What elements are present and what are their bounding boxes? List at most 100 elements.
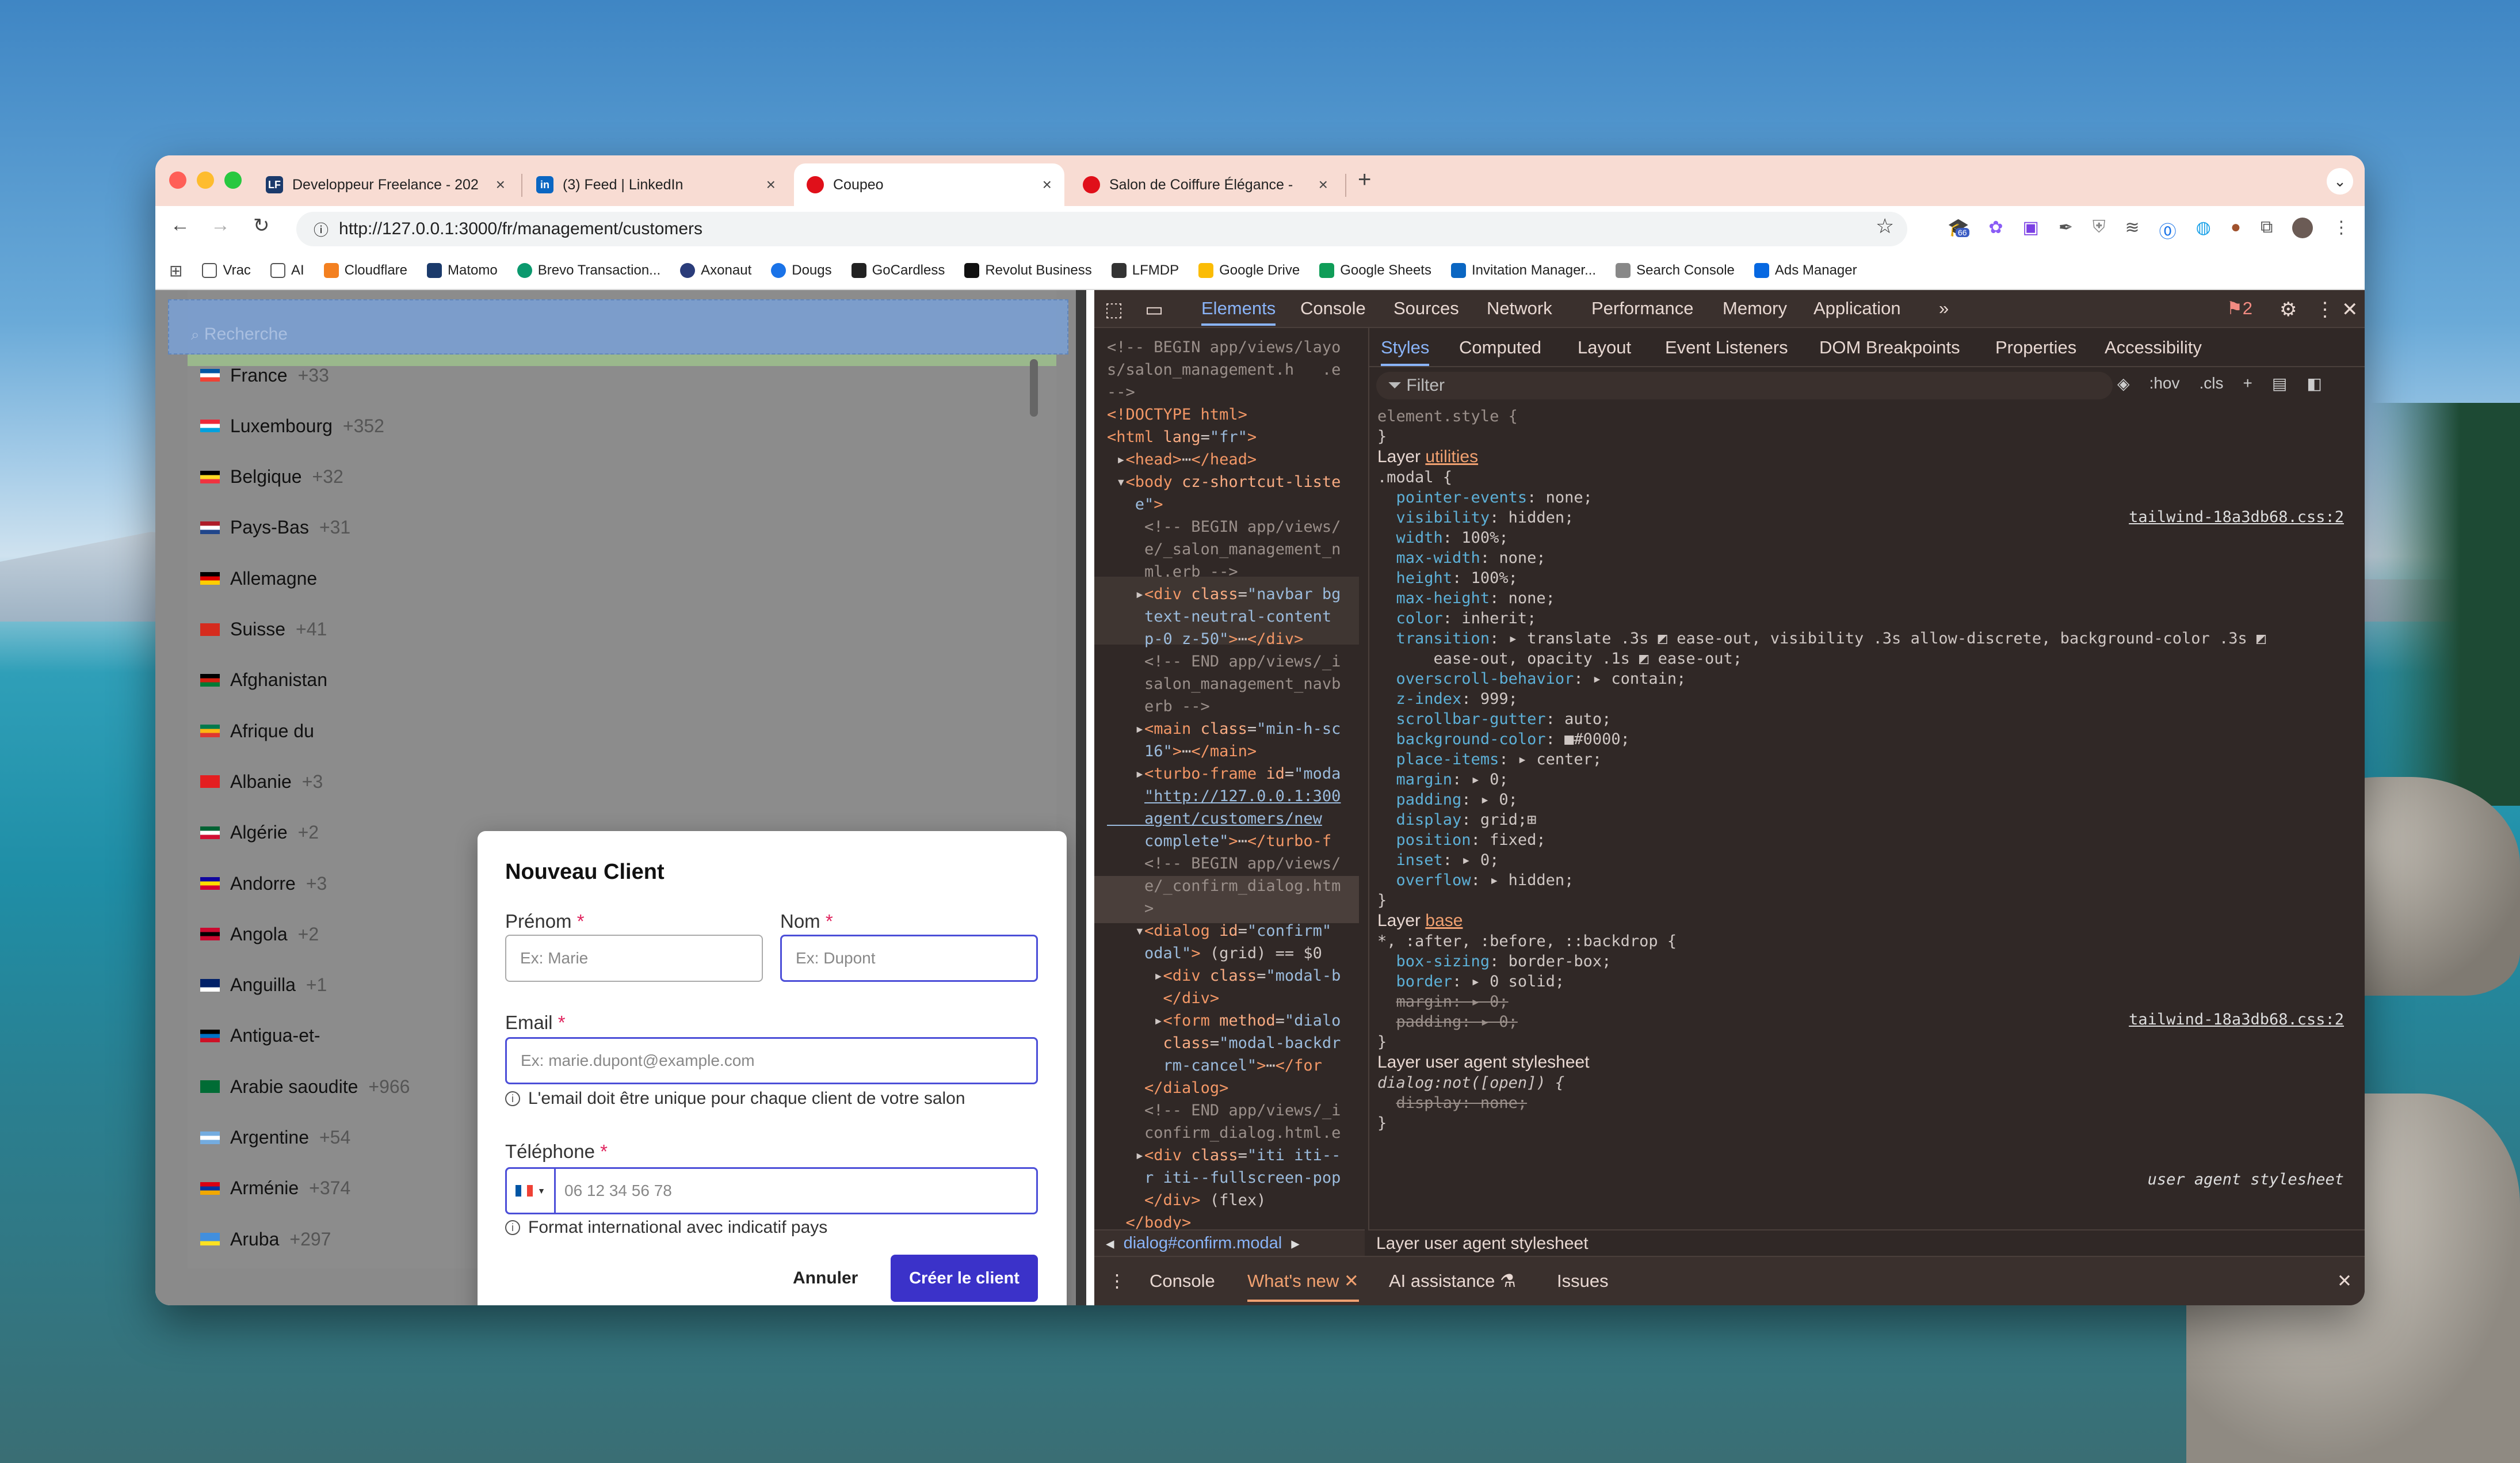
tab-dom-breakpoints[interactable]: DOM Breakpoints xyxy=(1819,337,1960,358)
browser-tab[interactable]: in (3) Feed | LinkedIn × xyxy=(524,163,788,206)
drawer-tab-whats-new[interactable]: What's new ✕ xyxy=(1247,1271,1359,1302)
close-tab-icon[interactable]: × xyxy=(496,176,505,194)
firstname-input[interactable]: Ex: Marie xyxy=(505,935,763,982)
tab-properties[interactable]: Properties xyxy=(1995,337,2076,358)
country-option[interactable]: Angola +2 xyxy=(200,917,319,951)
new-rule-plus-icon[interactable]: + xyxy=(2243,374,2252,393)
bookmark-item[interactable]: Vrac xyxy=(202,262,251,279)
country-search-input[interactable]: ⌕ Recherche xyxy=(191,325,288,344)
shield-extension-icon[interactable]: ⛨ xyxy=(2093,218,2106,241)
country-option[interactable]: Luxembourg +352 xyxy=(200,409,384,443)
flower-extension-icon[interactable]: ✿ xyxy=(1988,218,2003,241)
cls-toggle[interactable]: .cls xyxy=(2199,374,2223,393)
browser-tab[interactable]: Salon de Coiffure Élégance - × xyxy=(1070,163,1341,206)
phone-input[interactable]: 06 12 34 56 78 xyxy=(505,1167,1038,1214)
country-option[interactable]: Afrique du xyxy=(200,714,324,748)
bookmark-star-icon[interactable]: ☆ xyxy=(1876,214,1894,238)
toggle-sidebar-icon[interactable]: ◧ xyxy=(2307,374,2322,393)
apps-grid-icon[interactable]: ⊞ xyxy=(169,261,182,280)
tab-event-listeners[interactable]: Event Listeners xyxy=(1665,337,1788,358)
email-input[interactable]: Ex: marie.dupont@example.com xyxy=(505,1037,1038,1084)
browser-tab-active[interactable]: Coupeo × xyxy=(794,163,1064,206)
country-option[interactable]: Antigua-et- xyxy=(200,1019,331,1053)
puzzle-icon[interactable]: ⧉ xyxy=(2261,218,2273,241)
bookmark-item[interactable]: Cloudflare xyxy=(323,262,407,279)
forward-arrow-icon[interactable]: → xyxy=(211,214,230,237)
country-option[interactable]: Anguilla +1 xyxy=(200,968,327,1003)
wave-extension-icon[interactable]: ≋ xyxy=(2125,218,2140,241)
devtools-splitter[interactable] xyxy=(1076,290,1086,1305)
country-option[interactable]: Argentine +54 xyxy=(200,1121,350,1155)
tab-performance[interactable]: Performance xyxy=(1591,298,1693,319)
country-option[interactable]: France +33 xyxy=(200,358,329,393)
bookmark-item[interactable]: Axonaut xyxy=(680,262,751,279)
styles-filter-input[interactable]: ⏷ Filter xyxy=(1376,372,2113,399)
country-option[interactable]: Albanie +3 xyxy=(200,764,323,799)
bookmark-item[interactable]: Search Console xyxy=(1616,262,1735,279)
close-devtools-icon[interactable]: ✕ xyxy=(2342,298,2358,321)
bookmark-item[interactable]: Ads Manager xyxy=(1754,262,1857,279)
bookmark-item[interactable]: LFMDP xyxy=(1111,262,1179,279)
bookmark-item[interactable]: GoCardless xyxy=(851,262,945,279)
country-option[interactable]: Arménie +374 xyxy=(200,1171,350,1206)
stylesheet-link[interactable]: tailwind-18a3db68.css:2 xyxy=(2129,507,2344,527)
stylesheet-link[interactable]: tailwind-18a3db68.css:2 xyxy=(2129,1009,2344,1030)
eyedropper-icon[interactable]: ✒ xyxy=(2059,218,2073,241)
error-counter[interactable]: ⚑2 xyxy=(2227,298,2252,319)
drawer-tab-issues[interactable]: Issues xyxy=(1557,1271,1609,1291)
country-option[interactable]: Arabie saoudite +966 xyxy=(200,1069,410,1104)
onepassword-icon[interactable]: ⓪ xyxy=(2159,218,2177,242)
layer-utilities-link[interactable]: utilities xyxy=(1425,447,1478,466)
bookmark-item[interactable]: Brevo Transaction... xyxy=(517,262,660,279)
country-code-selector[interactable]: ▼ xyxy=(505,1167,556,1214)
browser-tab[interactable]: LF Developpeur Freelance - 202 × xyxy=(253,163,518,206)
back-arrow-icon[interactable]: ← xyxy=(170,214,190,237)
tab-console[interactable]: Console xyxy=(1300,298,1366,319)
cancel-button[interactable]: Annuler xyxy=(793,1268,858,1288)
close-tab-icon[interactable]: × xyxy=(1319,176,1328,194)
tab-accessibility[interactable]: Accessibility xyxy=(2105,337,2202,358)
minimize-window-button[interactable] xyxy=(197,172,214,189)
country-option[interactable]: Belgique +32 xyxy=(200,460,343,494)
purple-extension-icon[interactable]: ▣ xyxy=(2023,218,2039,241)
globe-extension-icon[interactable]: ◍ xyxy=(2196,218,2211,241)
country-option[interactable]: Aruba +297 xyxy=(200,1222,331,1256)
country-option[interactable]: Andorre +3 xyxy=(200,866,327,901)
kebab-menu-icon[interactable]: ⋮ xyxy=(2332,218,2350,241)
lastname-input[interactable]: Ex: Dupont xyxy=(780,935,1038,982)
paint-roller-icon[interactable]: ▤ xyxy=(2272,374,2287,393)
dom-tree[interactable]: <!-- BEGIN app/views/layo s/salon_manage… xyxy=(1094,328,1365,1229)
breadcrumb-left-icon[interactable]: ◂ xyxy=(1106,1233,1114,1254)
site-info-icon[interactable]: ⓘ xyxy=(314,219,329,240)
breadcrumb-item[interactable]: dialog#confirm.modal xyxy=(1124,1234,1282,1253)
breadcrumb-right-icon[interactable]: ▸ xyxy=(1291,1233,1300,1254)
layers-icon[interactable]: ◈ xyxy=(2117,374,2130,393)
tab-memory[interactable]: Memory xyxy=(1723,298,1787,319)
create-client-button[interactable]: Créer le client xyxy=(891,1255,1038,1302)
css-rules[interactable]: element.style { } Layer utilities .modal… xyxy=(1377,406,2355,1188)
bookmark-item[interactable]: Google Sheets xyxy=(1319,262,1431,279)
country-option[interactable]: Suisse +41 xyxy=(200,612,327,647)
tab-styles[interactable]: Styles xyxy=(1381,337,1430,366)
bookmark-item[interactable]: Matomo xyxy=(427,262,498,279)
inspect-element-icon[interactable]: ⬚ xyxy=(1105,298,1123,321)
drawer-tab-console[interactable]: Console xyxy=(1150,1271,1215,1291)
country-option[interactable]: Afghanistan xyxy=(200,663,338,698)
tab-search-chevron-icon[interactable]: ⌄ xyxy=(2327,168,2353,195)
tab-application[interactable]: Application xyxy=(1813,298,1901,319)
close-drawer-icon[interactable]: ✕ xyxy=(2337,1271,2352,1291)
avatar[interactable] xyxy=(2292,218,2313,238)
close-tab-icon[interactable]: × xyxy=(766,176,776,194)
more-tabs-icon[interactable]: » xyxy=(1939,298,1949,319)
list-scrollbar[interactable] xyxy=(1030,359,1038,417)
layer-base-link[interactable]: base xyxy=(1425,911,1463,930)
country-option[interactable]: Algérie +2 xyxy=(200,816,319,850)
tab-elements[interactable]: Elements xyxy=(1201,298,1276,326)
cookie-extension-icon[interactable]: ● xyxy=(2231,218,2241,241)
graduation-extension-icon[interactable]: 🎓66 xyxy=(1948,218,1969,241)
device-toolbar-icon[interactable]: ▭ xyxy=(1145,298,1163,321)
bookmark-item[interactable]: Revolut Business xyxy=(964,262,1092,279)
maximize-window-button[interactable] xyxy=(224,172,242,189)
tab-sources[interactable]: Sources xyxy=(1393,298,1459,319)
settings-gear-icon[interactable]: ⚙ xyxy=(2280,298,2297,321)
